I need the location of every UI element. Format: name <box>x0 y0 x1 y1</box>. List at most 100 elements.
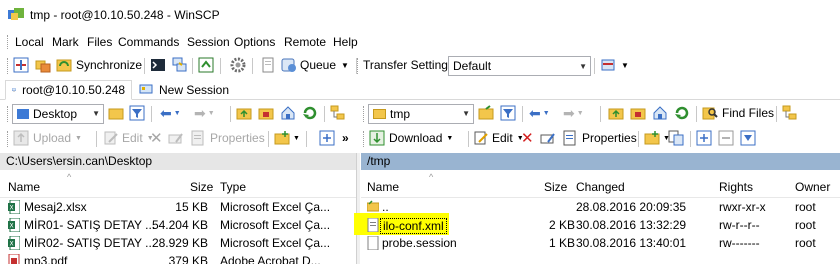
queue-list-button[interactable] <box>260 55 276 75</box>
remote-open-folder-button[interactable] <box>478 103 494 123</box>
local-file-row[interactable]: X MİR02- SATIŞ DETAY ... 28.929 KB Micro… <box>0 235 356 252</box>
arrow-right-icon: ➡ <box>194 104 206 121</box>
remote-nav-toolbar: tmp ▼ ⬅ ▼ ➡ ▼ Find Files <box>360 103 840 125</box>
tree-icon <box>782 105 797 120</box>
remote-delete-button[interactable]: ✕ <box>521 128 534 148</box>
xml-file-icon <box>367 218 379 232</box>
queue-button[interactable]: Queue ▼ <box>281 55 349 75</box>
tab-new-session[interactable]: New Session <box>133 80 235 100</box>
open-directory-button[interactable] <box>198 55 214 75</box>
compare-dirs-button[interactable] <box>13 55 29 75</box>
local-new-button[interactable]: ▼ <box>274 128 300 148</box>
menu-remote[interactable]: Remote <box>284 35 326 49</box>
remote-forward-button[interactable]: ➡ ▼ <box>563 103 584 123</box>
remote-col-size[interactable]: Size <box>544 180 567 194</box>
local-open-folder-button[interactable] <box>108 103 124 123</box>
window-title: tmp - root@10.10.50.248 - WinSCP <box>30 8 220 22</box>
upload-button[interactable]: Upload ▼ <box>13 128 82 148</box>
remote-unselect-button[interactable] <box>718 128 734 148</box>
menu-help[interactable]: Help <box>333 35 358 49</box>
toolbar-separator <box>268 131 269 147</box>
local-path-bar: C:\Users\ersin.can\Desktop <box>0 153 356 170</box>
remote-copy-button[interactable] <box>668 128 684 148</box>
remote-dir-select[interactable]: tmp ▼ <box>368 104 474 124</box>
transfer-settings-select[interactable]: Default ▼ <box>448 56 591 76</box>
remote-new-button[interactable]: ▼ <box>644 128 670 148</box>
properties-icon <box>563 130 576 146</box>
remote-col-owner[interactable]: Owner <box>795 180 830 194</box>
synchronize-icon <box>56 59 72 72</box>
local-col-size[interactable]: Size <box>190 180 213 194</box>
remote-parent-dir-button[interactable] <box>608 103 624 123</box>
tree-icon <box>330 105 345 120</box>
local-delete-button[interactable]: ✕ <box>150 128 163 148</box>
monitor-icon <box>12 88 16 92</box>
local-file-row[interactable]: X Mesaj2.xlsx 15 KB Microsoft Excel Ça..… <box>0 199 356 216</box>
remote-tree-button[interactable] <box>782 103 798 123</box>
remote-root-dir-button[interactable] <box>630 103 646 123</box>
local-col-type[interactable]: Type <box>220 180 246 194</box>
local-refresh-button[interactable] <box>302 103 318 123</box>
download-button[interactable]: Download ▼ <box>369 128 453 148</box>
remote-col-name[interactable]: Name <box>367 180 399 194</box>
queue-icon <box>281 58 296 72</box>
transfer-preset-button[interactable]: ▼ <box>600 55 629 75</box>
remote-file-row[interactable]: probe.session 1 KB 30.08.2016 13:40:01 r… <box>361 235 840 252</box>
local-file-row[interactable]: mp3.pdf 379 KB Adobe Acrobat D... <box>0 253 356 264</box>
toolbar-grip[interactable] <box>363 106 366 122</box>
local-drive-select[interactable]: Desktop ▼ <box>12 104 104 124</box>
local-col-name[interactable]: Name <box>8 180 40 194</box>
toolbar-grip[interactable] <box>7 106 10 122</box>
toolbar-grip[interactable] <box>7 58 10 74</box>
menu-grip[interactable] <box>7 35 10 49</box>
remote-select-button[interactable] <box>696 128 712 148</box>
local-home-button[interactable] <box>280 103 296 123</box>
local-filter-button[interactable] <box>129 103 145 123</box>
remote-filter-select-button[interactable] <box>740 128 756 148</box>
tab-session-root[interactable]: root@10.10.50.248 <box>5 80 132 100</box>
toolbar-grip[interactable] <box>7 131 10 147</box>
synchronize-button[interactable]: Synchronize <box>56 55 142 75</box>
pdf-file-icon <box>8 254 20 264</box>
putty-button[interactable] <box>171 55 187 75</box>
local-find-button[interactable] <box>330 103 346 123</box>
remote-filter-button[interactable] <box>500 103 516 123</box>
toolbar-grip[interactable] <box>357 58 360 74</box>
menu-commands[interactable]: Commands <box>118 35 179 49</box>
remote-col-rights[interactable]: Rights <box>719 180 753 194</box>
menu-files[interactable]: Files <box>87 35 112 49</box>
filter-icon <box>129 105 145 121</box>
remote-home-button[interactable] <box>652 103 668 123</box>
menu-options[interactable]: Options <box>234 35 275 49</box>
local-properties-button[interactable]: Properties <box>190 128 265 148</box>
local-select-all-button[interactable] <box>319 128 335 148</box>
local-file-row[interactable]: X MİR01- SATIŞ DETAY ... 54.204 KB Micro… <box>0 217 356 234</box>
local-root-dir-button[interactable] <box>258 103 274 123</box>
console-button[interactable] <box>150 55 166 75</box>
winscp-app-icon <box>8 8 24 20</box>
local-toolbar-overflow[interactable]: » <box>342 128 349 148</box>
remote-col-changed[interactable]: Changed <box>576 180 625 194</box>
remote-refresh-button[interactable] <box>674 103 690 123</box>
parent-folder-icon <box>236 108 252 120</box>
local-parent-dir-button[interactable] <box>236 103 252 123</box>
remote-file-row-selected[interactable]: ilo-conf.xml 2 KB 30.08.2016 13:32:29 rw… <box>354 213 840 235</box>
remote-back-button[interactable]: ⬅ ▼ <box>529 103 550 123</box>
toolbar-grip[interactable] <box>363 131 366 147</box>
remote-properties-button[interactable]: Properties <box>562 128 637 148</box>
menu-local[interactable]: Local <box>15 35 44 49</box>
remote-rename-button[interactable] <box>540 128 556 148</box>
local-back-button[interactable]: ⬅ ▼ <box>160 103 181 123</box>
new-session-icon <box>139 84 153 94</box>
menu-session[interactable]: Session <box>187 35 230 49</box>
folders-sync-icon <box>35 60 51 73</box>
find-files-button[interactable]: Find Files <box>702 103 774 123</box>
sync-browse-button[interactable] <box>35 55 51 75</box>
local-rename-button[interactable] <box>168 128 184 148</box>
panel-splitter[interactable] <box>356 153 360 264</box>
menu-mark[interactable]: Mark <box>52 35 79 49</box>
remote-edit-button[interactable]: Edit ▼ <box>473 128 524 148</box>
local-edit-button[interactable]: Edit ▼ <box>103 128 154 148</box>
preferences-button[interactable] <box>230 55 246 75</box>
local-forward-button[interactable]: ➡ ▼ <box>194 103 215 123</box>
